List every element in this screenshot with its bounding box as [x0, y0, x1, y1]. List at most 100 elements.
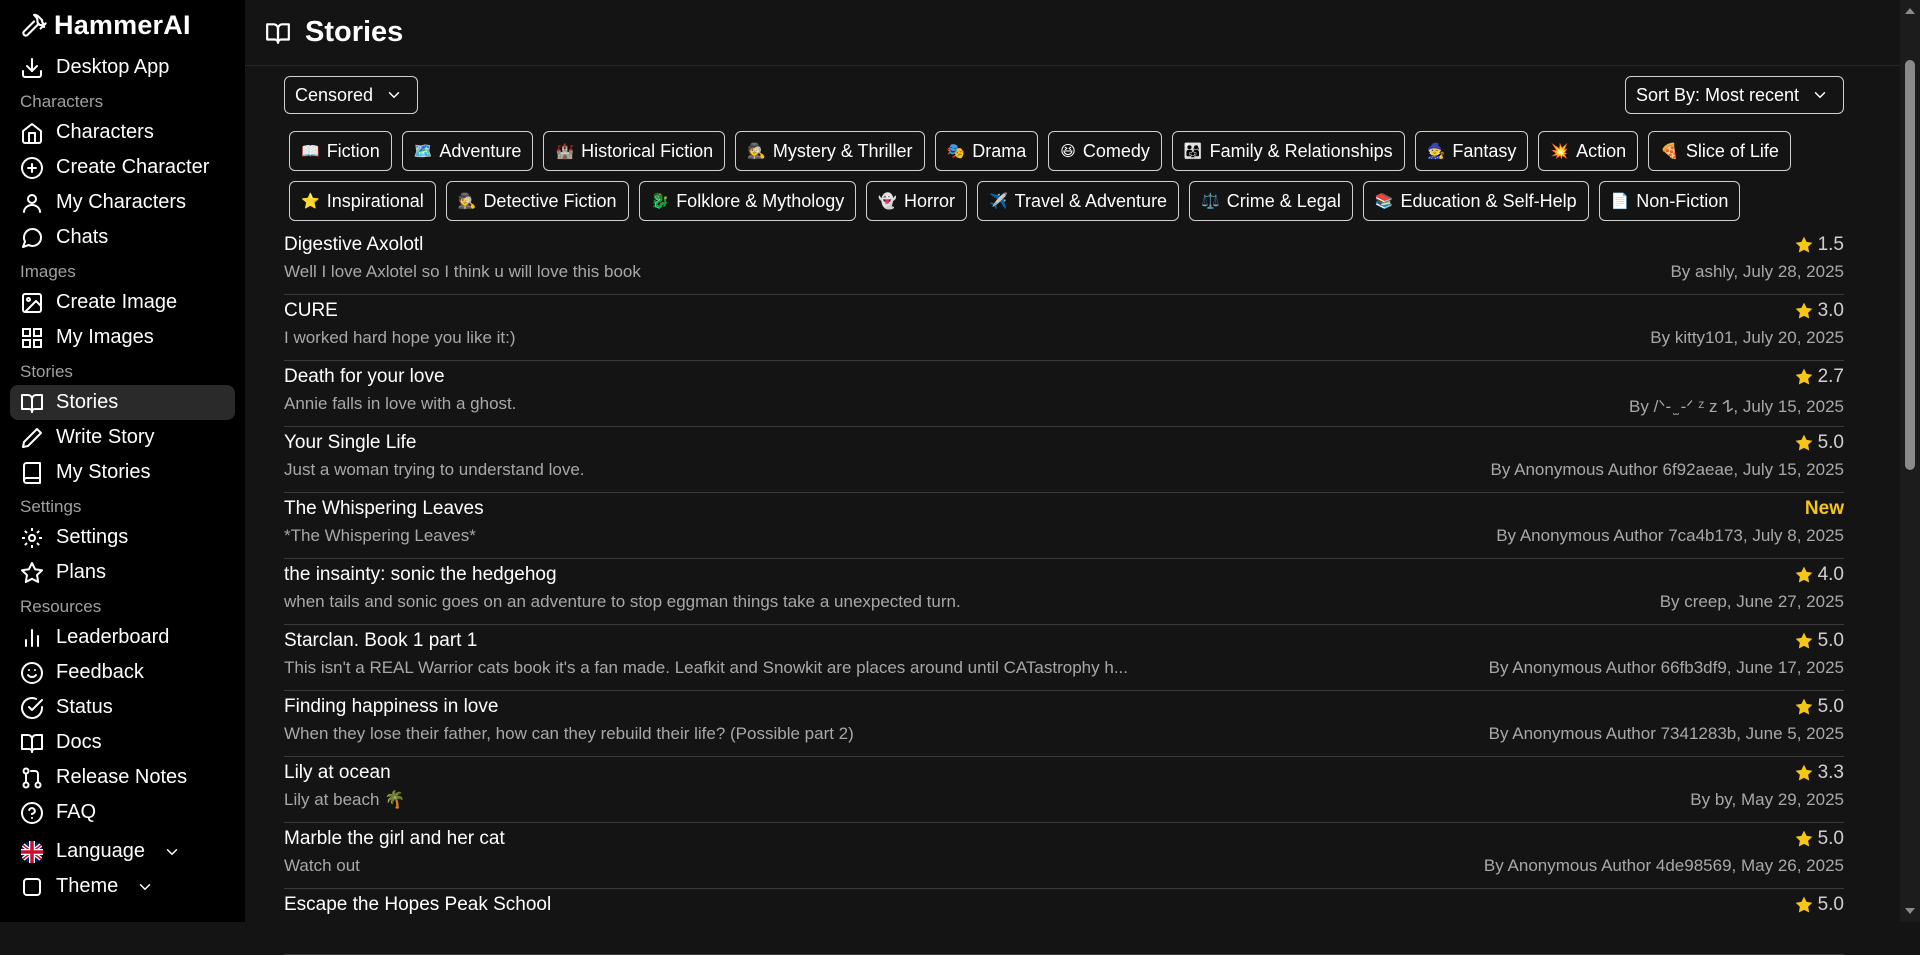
censor-filter-dropdown[interactable]: Censored [284, 76, 419, 114]
open-book-icon [266, 22, 290, 44]
story-row[interactable]: CURE 3.0 I worked hard hope you like it:) B… [284, 295, 1844, 361]
sidebar-item-plans[interactable]: Plans [10, 555, 235, 590]
genre-chip[interactable]: 👻 Horror [866, 181, 967, 221]
genre-chip[interactable]: 🕵️ Detective Fiction [445, 181, 629, 221]
app-logo[interactable]: HammerAI [0, 0, 245, 50]
genre-chip[interactable]: ⭐ Inspirational [289, 181, 436, 221]
sidebar-item-faq[interactable]: FAQ [10, 795, 235, 830]
genre-chip[interactable]: 📄 Non-Fiction [1598, 181, 1741, 221]
filter-toolbar: Censored Sort By: Most recent [284, 75, 1844, 117]
story-rating: 5.0 [1794, 696, 1844, 718]
story-description: Watch out [284, 856, 360, 875]
genre-label: Inspirational [326, 190, 424, 211]
genre-chip[interactable]: 🎭 Drama [934, 131, 1039, 171]
sidebar-item-leaderboard[interactable]: Leaderboard [10, 620, 235, 655]
sidebar-item-status[interactable]: Status [10, 690, 235, 725]
sidebar-item-create-character[interactable]: Create Character [10, 150, 235, 185]
page-scrollbar[interactable] [1900, 0, 1920, 922]
story-title: Lily at ocean [284, 762, 391, 783]
sidebar-item-label: Feedback [56, 661, 144, 683]
sidebar-item-release-notes[interactable]: Release Notes [10, 760, 235, 795]
genre-chip[interactable]: 👨‍👩‍👧 Family & Relationships [1171, 131, 1405, 171]
image-icon [22, 292, 42, 313]
star-outline-icon [21, 561, 43, 583]
sidebar-item-label: Settings [56, 526, 129, 548]
sidebar-item-docs[interactable]: Docs [10, 725, 235, 760]
genre-emoji-icon: 💥 [1550, 143, 1570, 160]
rating-value: 5.0 [1817, 630, 1844, 651]
genre-label: Fiction [326, 140, 380, 161]
language-selector[interactable]: Language [10, 834, 235, 869]
sidebar-item-my-stories[interactable]: My Stories [10, 455, 235, 490]
sidebar-item-characters[interactable]: Characters [10, 115, 235, 150]
story-row[interactable]: Death for your love 2.7 Annie falls in lov… [284, 361, 1844, 427]
genre-chip[interactable]: 📖 Fiction [289, 131, 392, 171]
star-icon [1795, 830, 1812, 847]
genre-label: Comedy [1082, 140, 1150, 161]
story-row[interactable]: The Whispering Leaves New *The Whispering … [284, 493, 1844, 559]
sidebar-item-settings[interactable]: Settings [10, 520, 235, 555]
genre-chip[interactable]: 📚 Education & Self-Help [1362, 181, 1589, 221]
story-row[interactable]: Starclan. Book 1 part 1 5.0 This isn't a R… [284, 625, 1844, 691]
sort-dropdown[interactable]: Sort By: Most recent [1624, 76, 1844, 114]
genre-label: Adventure [439, 140, 522, 161]
sidebar-item-my-characters[interactable]: My Characters [10, 185, 235, 220]
genre-emoji-icon: 🎭 [946, 143, 966, 160]
help-circle-icon [21, 801, 43, 824]
story-row[interactable]: Lily at ocean 3.3 Lily at beach 🌴 By by, Ma… [284, 757, 1844, 823]
sidebar-item-create-image[interactable]: Create Image [10, 285, 235, 320]
star-icon [1795, 566, 1812, 583]
genre-chip[interactable]: ✈️ Travel & Adventure [976, 181, 1180, 221]
scroll-down-arrow[interactable] [1905, 908, 1915, 914]
story-row[interactable]: Your Single Life 5.0 Just a woman trying t… [284, 427, 1844, 493]
genre-label: Education & Self-Help [1400, 190, 1577, 211]
story-row[interactable]: Finding happiness in love 5.0 When they lo… [284, 691, 1844, 757]
page-title: Stories [305, 16, 404, 48]
story-title: Digestive Axolotl [284, 234, 424, 255]
star-icon [1795, 698, 1812, 715]
scroll-up-arrow[interactable] [1905, 8, 1915, 14]
story-row[interactable]: Digestive Axolotl 1.5 Well I love Axlotel … [284, 229, 1844, 295]
rating-value: 4.0 [1817, 564, 1844, 585]
sidebar-item-write-story[interactable]: Write Story [10, 420, 235, 455]
star-icon [1795, 896, 1812, 913]
sidebar-item-desktop-app[interactable]: Desktop App [10, 50, 235, 85]
scrollbar-thumb[interactable] [1905, 60, 1915, 470]
sidebar-item-my-images[interactable]: My Images [10, 320, 235, 355]
story-row[interactable]: Escape the Hopes Peak School 5.0 [284, 889, 1844, 955]
sidebar-item-label: Create Image [56, 291, 178, 313]
genre-chip[interactable]: ⚖️ Crime & Legal [1189, 181, 1353, 221]
sidebar-item-label: My Images [56, 326, 154, 348]
genre-chip[interactable]: 🗺️ Adventure [401, 131, 534, 171]
genre-label: Non-Fiction [1636, 190, 1729, 211]
story-description: This isn't a REAL Warrior cats book it's… [284, 658, 1128, 677]
genre-chip[interactable]: 🏰 Historical Fiction [543, 131, 726, 171]
genre-emoji-icon: 🕵️ [457, 193, 477, 210]
rating-value: 5.0 [1817, 894, 1844, 915]
story-title: the insainty: sonic the hedgehog [284, 564, 557, 585]
story-row[interactable]: Marble the girl and her cat 5.0 Watch out B… [284, 823, 1844, 889]
sidebar-item-feedback[interactable]: Feedback [10, 655, 235, 690]
story-title: Death for your love [284, 366, 445, 387]
story-description: I worked hard hope you like it:) [284, 328, 516, 347]
genre-chip[interactable]: 🕵️ Mystery & Thriller [735, 131, 925, 171]
genre-chip[interactable]: 😆 Comedy [1048, 131, 1162, 171]
story-title: Marble the girl and her cat [284, 828, 505, 849]
sidebar-item-chats[interactable]: Chats [10, 220, 235, 255]
genre-label: Folklore & Mythology [676, 190, 845, 211]
sidebar-item-stories[interactable]: Stories [10, 385, 235, 420]
genre-chip[interactable]: 🍕 Slice of Life [1648, 131, 1791, 171]
genre-chip[interactable]: 🐉 Folklore & Mythology [638, 181, 857, 221]
story-rating: 1.5 [1794, 234, 1844, 256]
smile-icon [21, 661, 43, 684]
chevron-down-icon [166, 848, 178, 855]
story-author-date: By ashly, July 28, 2025 [1670, 262, 1844, 281]
genre-emoji-icon: 📄 [1610, 193, 1630, 210]
pencil-icon [22, 427, 42, 448]
book-icon [23, 461, 41, 484]
genre-chip[interactable]: 🧙 Fantasy [1414, 131, 1529, 171]
story-row[interactable]: the insainty: sonic the hedgehog 4.0 when … [284, 559, 1844, 625]
theme-selector[interactable]: Theme [10, 869, 235, 904]
genre-chip[interactable]: 💥 Action [1538, 131, 1639, 171]
story-description: Well I love Axlotel so I think u will lo… [284, 262, 641, 281]
